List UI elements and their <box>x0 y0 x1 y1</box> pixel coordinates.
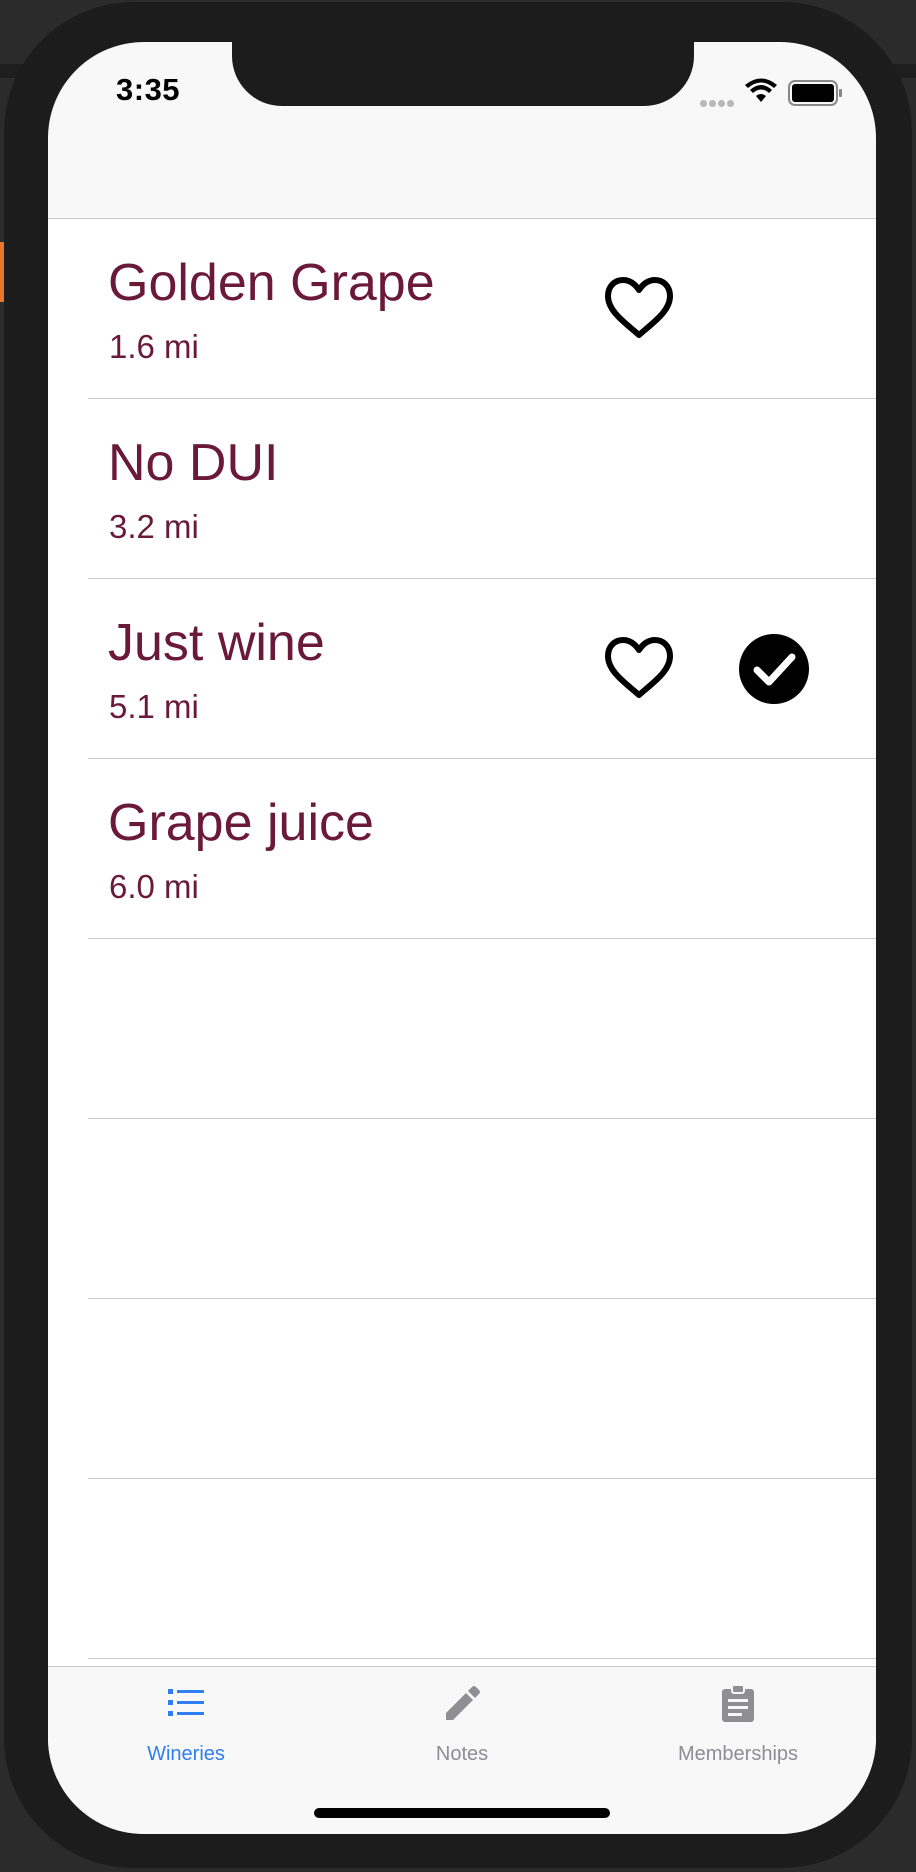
winery-name: Just wine <box>108 614 325 672</box>
pencil-icon <box>446 1686 480 1720</box>
tab-wineries[interactable]: Wineries <box>48 1667 324 1777</box>
phone-frame: 3:35 Golden Grape 1.6 mi No DUI 3.2 mi J… <box>4 2 912 1868</box>
winery-row[interactable]: No DUI 3.2 mi <box>48 399 876 579</box>
empty-row <box>48 1119 876 1299</box>
home-indicator <box>314 1808 610 1818</box>
winery-distance: 1.6 mi <box>109 328 199 365</box>
tab-notes[interactable]: Notes <box>324 1667 600 1777</box>
heart-icon[interactable] <box>602 275 676 341</box>
winery-row[interactable]: Golden Grape 1.6 mi <box>48 219 876 399</box>
heart-icon[interactable] <box>602 635 676 701</box>
tab-label: Wineries <box>147 1743 225 1765</box>
winery-row[interactable]: Just wine 5.1 mi <box>48 579 876 759</box>
winery-distance: 3.2 mi <box>109 508 199 545</box>
winery-row[interactable]: Grape juice 6.0 mi <box>48 759 876 939</box>
row-divider <box>88 1658 876 1659</box>
clipboard-icon <box>722 1684 754 1722</box>
tab-label: Notes <box>435 1743 489 1765</box>
winery-distance: 5.1 mi <box>109 688 199 725</box>
winery-distance: 6.0 mi <box>109 868 199 905</box>
status-time: 3:35 <box>116 72 181 107</box>
battery-icon <box>788 80 842 106</box>
empty-row <box>48 939 876 1119</box>
winery-name: No DUI <box>108 434 279 492</box>
notch <box>232 42 694 106</box>
winery-name: Grape juice <box>108 794 374 852</box>
wifi-icon <box>745 78 777 102</box>
app-screen: 3:35 Golden Grape 1.6 mi No DUI 3.2 mi J… <box>48 42 876 1834</box>
checkmark-circle-icon[interactable] <box>738 633 810 705</box>
empty-row <box>48 1479 876 1659</box>
cellular-signal-icon <box>700 94 736 112</box>
tab-label: Memberships <box>677 1743 799 1765</box>
winery-name: Golden Grape <box>108 254 435 312</box>
winery-list: Golden Grape 1.6 mi No DUI 3.2 mi Just w… <box>48 218 876 1666</box>
empty-row <box>48 1299 876 1479</box>
list-icon <box>168 1689 204 1716</box>
tab-memberships[interactable]: Memberships <box>600 1667 876 1777</box>
